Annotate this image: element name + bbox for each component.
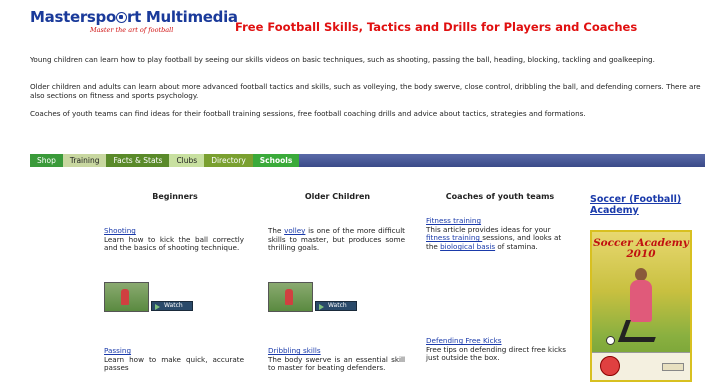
page-title: Free Football Skills, Tactics and Drills… (235, 20, 638, 34)
volley-thumbnail[interactable] (268, 282, 313, 312)
logo-text-end: rt Multimedia (127, 8, 238, 26)
nav-bar-fill (299, 154, 705, 167)
soccer-academy-cover[interactable]: Soccer Academy 2010 (590, 230, 692, 382)
football-icon (116, 12, 127, 23)
fitness-inline-link[interactable]: fitness training (426, 233, 482, 243)
nav-training[interactable]: Training (62, 154, 107, 167)
nav-schools[interactable]: Schools (252, 154, 300, 167)
shooting-item: Shooting Learn how to kick the ball corr… (104, 226, 244, 253)
player-figure (121, 289, 129, 305)
cover-title-line2: 2010 (626, 248, 656, 260)
shooting-watch-button[interactable]: Watch (151, 301, 193, 311)
free-kicks-item: Defending Free Kicks Free tips on defend… (426, 336, 566, 363)
passing-item: Passing Learn how to make quick, accurat… (104, 346, 244, 373)
volley-watch-button[interactable]: Watch (315, 301, 357, 311)
fitness-description: This article provides ideas for your fit… (426, 224, 566, 252)
site-logo[interactable]: Masterspo rt Multimedia (30, 8, 238, 26)
cover-player-legs (617, 320, 663, 342)
logo-text-start: Masterspo (30, 8, 116, 26)
volley-link[interactable]: volley (284, 226, 305, 235)
site-tagline: Master the art of football (90, 26, 174, 34)
shooting-description: Learn how to kick the ball correctly and… (104, 234, 244, 253)
dribbling-description: The body swerve is an essential skill to… (268, 354, 405, 373)
cover-footer-strip (592, 352, 690, 380)
intro-older-children: Older children and adults can learn abou… (30, 82, 701, 100)
volley-video[interactable]: Watch (268, 282, 358, 312)
soccer-academy-link[interactable]: Soccer (Football) Academy (590, 194, 700, 216)
volley-description: The volley is one of the more difficult … (268, 226, 405, 253)
nav-clubs[interactable]: Clubs (169, 154, 205, 167)
watch-label: Watch (164, 302, 183, 309)
column-heading-coaches: Coaches of youth teams (445, 192, 555, 201)
volley-item: The volley is one of the more difficult … (268, 226, 405, 253)
intro-young-children: Young children can learn how to play foo… (30, 55, 655, 64)
cover-player (630, 280, 652, 322)
watch-label: Watch (328, 302, 347, 309)
player-figure (285, 289, 293, 305)
passing-description: Learn how to make quick, accurate passes (104, 354, 244, 373)
volley-text-start: The (268, 226, 285, 235)
cover-publisher-logo (662, 363, 684, 371)
cover-ball-icon (606, 336, 615, 345)
nav-directory[interactable]: Directory (204, 154, 253, 167)
fitness-text-end: of stamina. (495, 242, 538, 252)
main-nav: Shop Training Facts & Stats Clubs Direct… (30, 154, 705, 167)
nav-facts-stats[interactable]: Facts & Stats (106, 154, 170, 167)
fitness-text-start: This article provides ideas for your (426, 224, 551, 234)
shooting-thumbnail[interactable] (104, 282, 149, 312)
biological-basis-link[interactable]: biological basis (440, 242, 495, 251)
cover-badge-icon (600, 356, 620, 376)
intro-coaches: Coaches of youth teams can find ideas fo… (30, 109, 586, 118)
site-header: Masterspo rt Multimedia Master the art of… (30, 8, 705, 38)
cover-title: Soccer Academy 2010 (592, 238, 690, 260)
fitness-item: Fitness training This article provides i… (426, 216, 566, 252)
column-heading-beginners: Beginners (152, 192, 198, 201)
free-kicks-description: Free tips on defending direct free kicks… (426, 344, 566, 363)
shooting-video[interactable]: Watch (104, 282, 194, 312)
nav-shop[interactable]: Shop (30, 154, 63, 167)
column-heading-older-children: Older Children (304, 192, 371, 201)
play-icon (319, 303, 324, 310)
play-icon (155, 303, 160, 310)
dribbling-item: Dribbling skills The body swerve is an e… (268, 346, 405, 373)
